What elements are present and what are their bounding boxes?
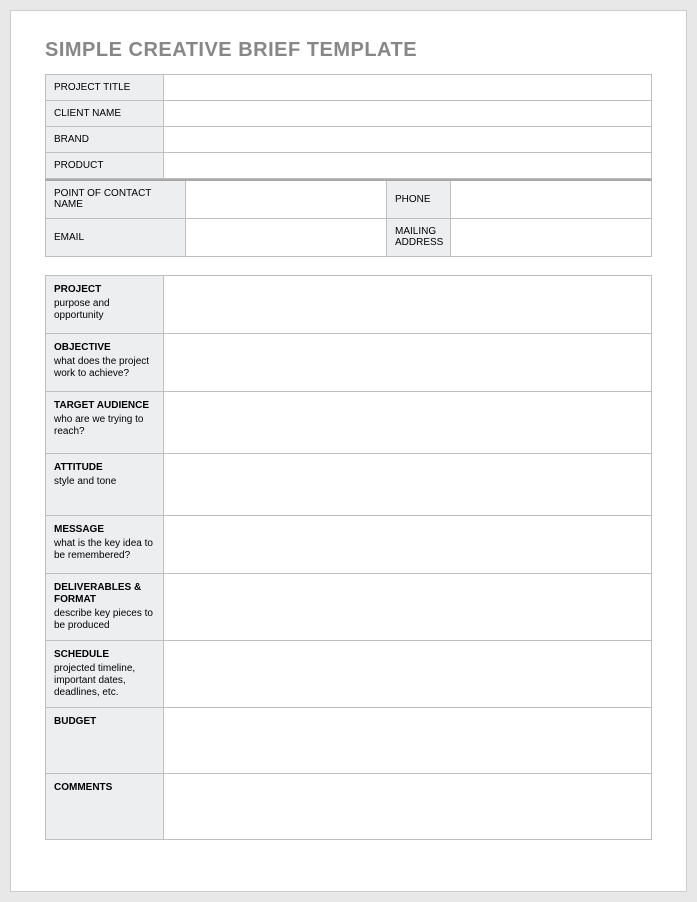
section-value-message[interactable] <box>164 515 652 573</box>
section-sub-audience: who are we trying to reach? <box>54 414 155 438</box>
value-project-title[interactable] <box>164 75 652 101</box>
label-product: PRODUCT <box>46 153 164 179</box>
section-value-budget[interactable] <box>164 707 652 773</box>
section-value-audience[interactable] <box>164 391 652 453</box>
contact-table: POINT OF CONTACT NAME PHONE EMAIL MAILIN… <box>45 179 652 257</box>
value-email[interactable] <box>186 218 387 256</box>
section-head-project: PROJECT <box>54 284 155 296</box>
section-value-comments[interactable] <box>164 773 652 839</box>
section-sub-message: what is the key idea to be remembered? <box>54 538 155 562</box>
label-mailing: MAILING ADDRESS <box>387 218 451 256</box>
section-label-comments: COMMENTS <box>46 773 164 839</box>
section-head-objective: OBJECTIVE <box>54 342 155 354</box>
value-phone[interactable] <box>451 180 652 218</box>
label-poc: POINT OF CONTACT NAME <box>46 180 186 218</box>
section-head-schedule: SCHEDULE <box>54 649 155 661</box>
section-head-budget: BUDGET <box>54 716 155 728</box>
section-head-attitude: ATTITUDE <box>54 462 155 474</box>
section-value-attitude[interactable] <box>164 453 652 515</box>
section-label-budget: BUDGET <box>46 707 164 773</box>
section-label-attitude: ATTITUDE style and tone <box>46 453 164 515</box>
spacer <box>45 257 652 275</box>
page-title: SIMPLE CREATIVE BRIEF TEMPLATE <box>45 39 652 62</box>
label-email: EMAIL <box>46 218 186 256</box>
label-phone: PHONE <box>387 180 451 218</box>
value-poc[interactable] <box>186 180 387 218</box>
section-sub-objective: what does the project work to achieve? <box>54 356 155 380</box>
section-sub-attitude: style and tone <box>54 476 155 488</box>
section-head-message: MESSAGE <box>54 524 155 536</box>
label-brand: BRAND <box>46 127 164 153</box>
sections-table: PROJECT purpose and opportunity OBJECTIV… <box>45 275 652 840</box>
section-sub-project: purpose and opportunity <box>54 298 155 322</box>
value-brand[interactable] <box>164 127 652 153</box>
section-label-schedule: SCHEDULE projected timeline, important d… <box>46 640 164 707</box>
value-client-name[interactable] <box>164 101 652 127</box>
section-sub-schedule: projected timeline, important dates, dea… <box>54 663 155 699</box>
section-label-objective: OBJECTIVE what does the project work to … <box>46 333 164 391</box>
section-head-deliverables: DELIVERABLES & FORMAT <box>54 582 155 606</box>
section-value-project[interactable] <box>164 275 652 333</box>
section-label-message: MESSAGE what is the key idea to be remem… <box>46 515 164 573</box>
value-product[interactable] <box>164 153 652 179</box>
section-label-audience: TARGET AUDIENCE who are we trying to rea… <box>46 391 164 453</box>
label-client-name: CLIENT NAME <box>46 101 164 127</box>
section-head-comments: COMMENTS <box>54 782 155 794</box>
section-sub-deliverables: describe key pieces to be produced <box>54 608 155 632</box>
label-project-title: PROJECT TITLE <box>46 75 164 101</box>
section-value-schedule[interactable] <box>164 640 652 707</box>
section-label-deliverables: DELIVERABLES & FORMAT describe key piece… <box>46 573 164 640</box>
section-value-deliverables[interactable] <box>164 573 652 640</box>
section-label-project: PROJECT purpose and opportunity <box>46 275 164 333</box>
document-page: SIMPLE CREATIVE BRIEF TEMPLATE PROJECT T… <box>10 10 687 892</box>
value-mailing[interactable] <box>451 218 652 256</box>
info-table: PROJECT TITLE CLIENT NAME BRAND PRODUCT <box>45 74 652 179</box>
section-head-audience: TARGET AUDIENCE <box>54 400 155 412</box>
section-value-objective[interactable] <box>164 333 652 391</box>
